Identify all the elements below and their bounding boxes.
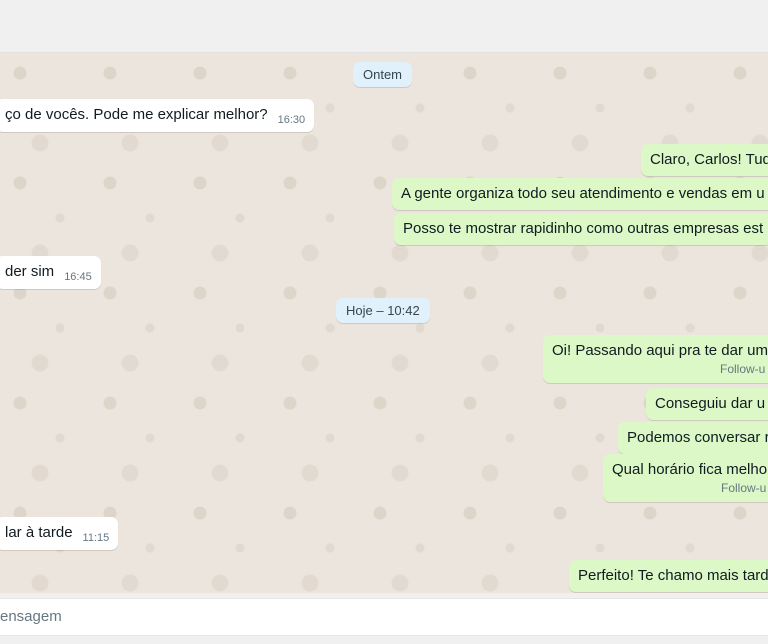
message-text: der sim: [5, 263, 55, 280]
message-text: Claro, Carlos! Tud: [650, 151, 768, 168]
message-text: Conseguiu dar u: [655, 395, 766, 412]
message-list[interactable]: Ontem ço de vocês. Pode me explicar melh…: [0, 53, 768, 593]
chat-header: [0, 0, 768, 53]
message-outgoing[interactable]: Qual horário fica melho Follow-u: [603, 454, 768, 502]
message-text: ço de vocês. Pode me explicar melhor?: [5, 106, 268, 123]
message-input[interactable]: [0, 598, 768, 636]
message-outgoing[interactable]: Oi! Passando aqui pra te dar um Follow-u: [543, 335, 768, 383]
message-text: lar à tarde: [5, 524, 73, 541]
message-text: Qual horário fica melho: [612, 461, 768, 478]
message-text: Posso te mostrar rapidinho como outras e…: [403, 220, 764, 237]
message-outgoing[interactable]: Perfeito! Te chamo mais tard: [569, 560, 768, 592]
message-incoming[interactable]: der sim 16:45: [0, 256, 101, 289]
day-label: Ontem: [353, 62, 413, 87]
message-outgoing[interactable]: Claro, Carlos! Tud: [641, 144, 768, 176]
composer-bar: [0, 593, 768, 644]
message-time: 16:30: [277, 114, 306, 126]
message-outgoing[interactable]: Posso te mostrar rapidinho como outras e…: [394, 213, 768, 245]
message-text: Oi! Passando aqui pra te dar um: [552, 342, 768, 359]
message-text: Podemos conversar r: [627, 429, 768, 446]
message-label: Follow-u: [721, 481, 767, 495]
message-incoming[interactable]: ço de vocês. Pode me explicar melhor? 16:…: [0, 99, 315, 132]
message-outgoing[interactable]: Conseguiu dar u: [646, 388, 768, 420]
message-text: A gente organiza todo seu atendimento e …: [401, 185, 765, 202]
message-time: 11:15: [82, 532, 110, 544]
message-incoming[interactable]: lar à tarde 11:15: [0, 517, 119, 550]
message-outgoing[interactable]: A gente organiza todo seu atendimento e …: [392, 178, 768, 210]
message-label: Follow-u: [720, 362, 766, 376]
day-label: Hoje – 10:42: [336, 298, 430, 323]
message-time: 16:45: [64, 271, 92, 283]
message-text: Perfeito! Te chamo mais tard: [578, 567, 768, 584]
message-outgoing[interactable]: Podemos conversar r: [618, 422, 768, 454]
